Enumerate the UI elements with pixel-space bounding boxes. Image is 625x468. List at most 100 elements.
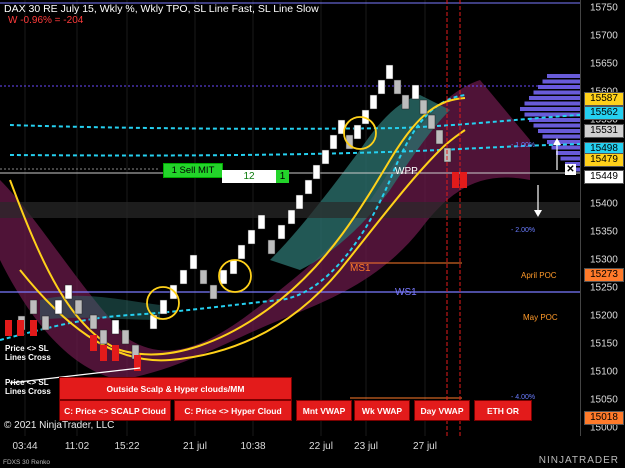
renko-brick <box>401 94 410 110</box>
renko-brick <box>277 224 286 240</box>
renko-brick-red <box>5 320 12 336</box>
renko-brick <box>321 149 330 165</box>
tpo-profile-bar <box>542 79 580 84</box>
renko-brick <box>247 229 256 245</box>
renko-brick-red <box>100 345 107 361</box>
renko-brick <box>369 94 378 110</box>
renko-brick-red <box>452 172 459 188</box>
renko-brick <box>159 299 168 315</box>
tpo-profile-bar <box>560 156 580 161</box>
renko-brick <box>329 134 338 150</box>
renko-brick <box>121 329 130 345</box>
renko-brick <box>54 299 63 315</box>
april-poc-label: April POC <box>521 271 557 280</box>
ninjatrader-logo: NINJATRADER <box>538 455 619 466</box>
renko-brick <box>377 79 386 95</box>
tpo-profile-bar <box>551 145 580 150</box>
price-tick-label: 15750 <box>590 2 618 14</box>
renko-brick <box>267 239 276 255</box>
tpo-profile-bar <box>524 101 580 106</box>
price-tick-label: 15250 <box>590 282 618 294</box>
price-tick-label: 15700 <box>590 30 618 42</box>
order-quantity-end[interactable]: 1 <box>276 170 289 183</box>
renko-brick <box>287 209 296 225</box>
price-marker: 15273 <box>584 268 624 282</box>
price-tick-label: 15300 <box>590 254 618 266</box>
sl-cross-annotation-1: Price <> SL Lines Cross <box>5 344 51 362</box>
renko-brick <box>295 194 304 210</box>
renko-brick <box>189 254 198 270</box>
renko-brick <box>179 269 188 285</box>
renko-brick <box>64 284 73 300</box>
hyper-cloud <box>0 80 530 380</box>
day-vwap-button[interactable]: Day VWAP <box>414 400 470 421</box>
outside-clouds-button[interactable]: Outside Scalp & Hyper clouds/MM <box>59 377 292 400</box>
time-tick-label: 23 jul <box>354 441 378 452</box>
renko-brick <box>385 64 394 80</box>
price-tick-label: 15200 <box>590 310 618 322</box>
copyright-text: © 2021 NinjaTrader, LLC <box>4 420 115 431</box>
mnt-vwap-button[interactable]: Mnt VWAP <box>296 400 352 421</box>
order-quantity[interactable]: 12 <box>222 170 276 183</box>
price-tick-label: 15350 <box>590 226 618 238</box>
wpp-label: WPP <box>395 166 418 177</box>
renko-brick <box>411 84 420 100</box>
renko-brick <box>393 79 402 95</box>
renko-brick <box>312 164 321 180</box>
time-tick-label: 27 jul <box>413 441 437 452</box>
tpo-profile-bar <box>533 90 580 95</box>
renko-brick-red <box>17 320 24 336</box>
tpo-profile-bar <box>547 74 580 78</box>
price-tick-label: 15050 <box>590 394 618 406</box>
tpo-profile-bar <box>542 134 580 139</box>
price-marker: 15449 <box>584 169 624 184</box>
renko-brick <box>89 314 98 330</box>
renko-brick-red <box>30 320 37 336</box>
renko-brick <box>209 284 218 300</box>
tpo-profile-bar <box>538 129 580 133</box>
price-marker: 15479 <box>584 152 624 167</box>
weekly-change: W -0.96% = -204 <box>8 15 84 26</box>
sl-cross-annotation-2: Price <> SL Lines Cross <box>5 378 51 396</box>
renko-brick <box>419 99 428 115</box>
renko-brick <box>435 129 444 145</box>
renko-brick <box>74 299 83 315</box>
price-marker: 15587 <box>584 92 624 107</box>
renko-brick <box>353 124 362 140</box>
scalp-cloud-button[interactable]: C: Price <> SCALP Cloud <box>59 400 171 421</box>
renko-brick <box>237 244 246 260</box>
series-label: FDXS 30 Renko <box>3 459 50 466</box>
renko-brick <box>29 299 38 315</box>
renko-brick <box>199 269 208 285</box>
eth-or-button[interactable]: ETH OR <box>474 400 532 421</box>
time-tick-label: 03:44 <box>12 441 38 452</box>
sell-mit-order-button[interactable]: 1 Sell MIT <box>163 163 223 178</box>
time-tick-label: 10:38 <box>240 441 266 452</box>
price-marker: 15531 <box>584 123 624 138</box>
time-tick-label: 21 jul <box>183 441 207 452</box>
ws1-label: WS1 <box>395 287 417 298</box>
wk-vwap-button[interactable]: Wk VWAP <box>354 400 410 421</box>
close-x-icon[interactable]: ✕ <box>565 164 576 175</box>
renko-brick <box>229 259 238 275</box>
tpo-profile-bar <box>529 96 580 100</box>
chart-window: 1575015700156501560015550155001545015400… <box>0 0 625 468</box>
renko-brick <box>111 319 120 335</box>
renko-brick <box>99 329 108 345</box>
chart-canvas <box>0 0 580 436</box>
tpo-profile-bar <box>533 123 580 128</box>
price-tick-label: 15400 <box>590 198 618 210</box>
price-tick-label: 15150 <box>590 338 618 350</box>
renko-brick-red <box>112 345 119 361</box>
time-tick-label: 15:22 <box>114 441 140 452</box>
hyper-cloud-button[interactable]: C: Price <> Hyper Cloud <box>174 400 292 421</box>
price-marker: 15562 <box>584 106 624 121</box>
price-marker: 15018 <box>584 410 624 425</box>
renko-brick <box>304 179 313 195</box>
tpo-profile-bar <box>520 107 580 111</box>
price-tick-label: 15650 <box>590 58 618 70</box>
plot-area[interactable] <box>0 0 580 436</box>
may-poc-label: May POC <box>523 313 558 322</box>
tpo-profile-bar <box>547 140 580 144</box>
time-tick-label: 11:02 <box>64 441 90 452</box>
